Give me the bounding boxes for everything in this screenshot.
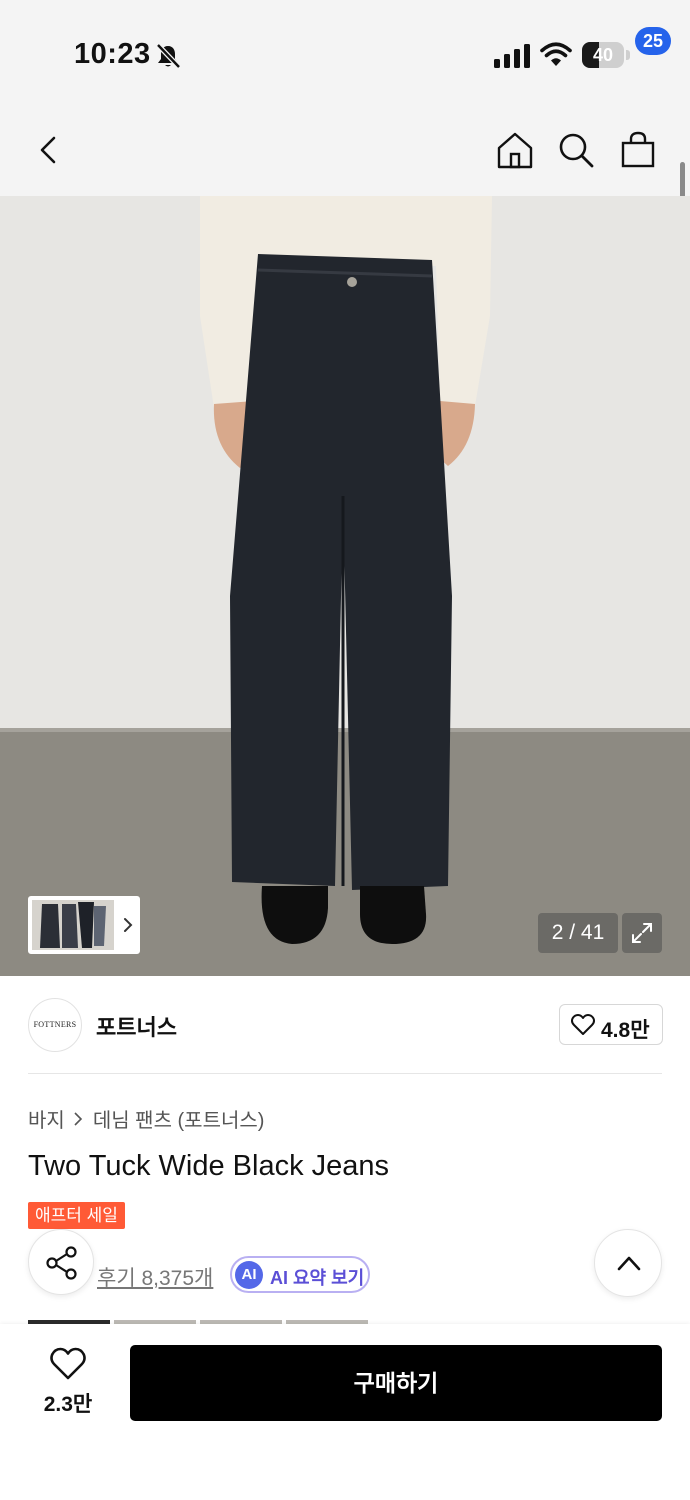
review-link[interactable]: 후기 8,375개: [97, 1262, 213, 1292]
top-navigation: [0, 100, 690, 196]
thumbnail-preview[interactable]: [28, 896, 140, 954]
cart-count-badge: 25: [635, 27, 671, 55]
scroll-to-top-button[interactable]: [594, 1229, 662, 1297]
status-time: 10:23: [74, 38, 151, 70]
product-title: Two Tuck Wide Black Jeans: [28, 1150, 390, 1182]
buy-button[interactable]: 구매하기: [130, 1345, 662, 1421]
breadcrumb-category[interactable]: 바지: [28, 1104, 65, 1133]
share-button[interactable]: [28, 1229, 94, 1295]
bell-slash-icon: [156, 43, 181, 69]
wish-count: 2.3만: [43, 1393, 93, 1416]
battery-icon: 40: [582, 42, 630, 68]
brand-name[interactable]: 포트너스: [96, 1010, 177, 1042]
breadcrumb: 바지 데님 팬츠 (포트너스): [28, 1104, 264, 1133]
ai-logo-icon: AI: [235, 1261, 263, 1289]
sale-badge: 애프터 세일: [28, 1202, 125, 1229]
status-bar: 10:23 40: [0, 0, 690, 100]
wifi-icon: [540, 42, 572, 66]
chevron-right-icon: [74, 1111, 82, 1126]
chevron-up-icon: [617, 1256, 641, 1271]
back-chevron-icon[interactable]: [30, 130, 70, 170]
brand-like-button[interactable]: 4.8만: [559, 1004, 663, 1045]
share-icon: [46, 1246, 77, 1280]
brand-logo[interactable]: FOTTNERS: [28, 998, 82, 1052]
thumbnail-image: [32, 900, 114, 950]
battery-percent: 40: [592, 45, 614, 65]
heart-icon[interactable]: [50, 1347, 86, 1381]
ai-summary-button[interactable]: AI AI 요약 보기: [230, 1256, 370, 1293]
breadcrumb-subcategory[interactable]: 데님 팬츠 (포트너스): [93, 1104, 265, 1133]
heart-icon: [571, 1014, 595, 1035]
image-page-counter: 2 / 41: [538, 913, 618, 953]
product-photo: [0, 196, 690, 976]
shopping-bag-icon[interactable]: [618, 130, 658, 170]
cellular-signal-icon: [494, 44, 530, 68]
search-icon[interactable]: [556, 130, 596, 170]
ai-summary-label: AI 요약 보기: [270, 1268, 365, 1288]
expand-image-button[interactable]: [622, 913, 662, 953]
product-image[interactable]: [0, 196, 690, 976]
brand-like-count: 4.8만: [601, 1019, 650, 1042]
home-icon[interactable]: [495, 130, 535, 170]
chevron-right-icon: [124, 918, 133, 932]
expand-icon: [632, 923, 652, 943]
divider: [28, 1073, 662, 1074]
